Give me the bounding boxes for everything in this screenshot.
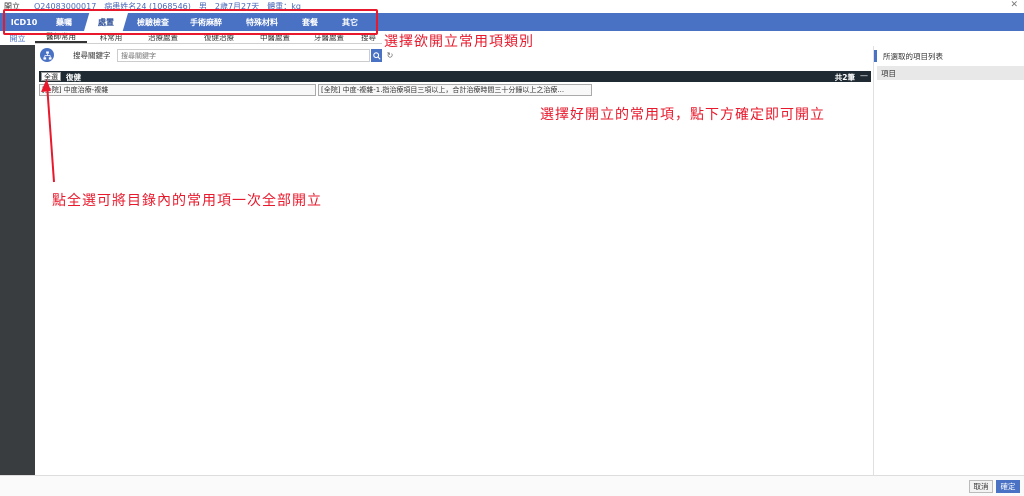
tab-other[interactable]: 其它 bbox=[330, 13, 370, 31]
sidebar: 開立 bbox=[0, 31, 35, 475]
search-icon-glyph bbox=[372, 51, 381, 60]
subtab-treatment[interactable]: 治療處置 bbox=[135, 31, 191, 43]
window-title: 開立 bbox=[4, 1, 20, 11]
tab-surgery-anesthesia[interactable]: 手術麻醉 bbox=[178, 13, 234, 31]
category-tabs: ICD10 藥囑 處置 檢驗檢查 手術麻醉 特殊材料 套餐 其它 bbox=[0, 13, 1024, 31]
tree-icon[interactable] bbox=[40, 48, 54, 62]
favorite-item[interactable]: [全院] 中度治療-複雜 bbox=[39, 84, 316, 96]
annotation-category-hint: 選擇欲開立常用項類別 bbox=[384, 34, 534, 50]
selected-items-panel: 所選取的項目列表 項目 bbox=[873, 46, 1024, 475]
confirm-button[interactable]: 確定 bbox=[996, 480, 1020, 493]
search-icon[interactable] bbox=[371, 49, 382, 62]
patient-info: Q24083000017 病患姓名24 (1068546) 男 2歲7月27天 … bbox=[34, 1, 301, 11]
cancel-button[interactable]: 取消 bbox=[969, 480, 993, 493]
group-count: 共2筆 bbox=[834, 73, 855, 82]
title-bar: 開立 Q24083000017 病患姓名24 (1068546) 男 2歲7月2… bbox=[0, 0, 1024, 12]
window: 開立 Q24083000017 病患姓名24 (1068546) 男 2歲7月2… bbox=[0, 0, 1024, 496]
tab-package[interactable]: 套餐 bbox=[290, 13, 330, 31]
footer-bar: 取消 確定 bbox=[0, 475, 1024, 496]
selected-items-column-header: 項目 bbox=[877, 66, 1024, 80]
search-row: 搜尋關鍵字 ↻ bbox=[35, 46, 393, 64]
group-name: 復健 bbox=[66, 73, 81, 82]
subtab-chinese-medicine[interactable]: 中醫處置 bbox=[247, 31, 303, 43]
tab-lab-exam[interactable]: 檢驗檢查 bbox=[128, 13, 178, 31]
search-input[interactable] bbox=[117, 49, 370, 62]
subtab-dept-favorites[interactable]: 科常用 bbox=[87, 31, 135, 43]
tab-procedure[interactable]: 處置 bbox=[84, 13, 128, 31]
favorite-item[interactable]: [全院] 中度-複雜-1.指治療項目三項以上，合計治療時間三十分鐘以上之治療..… bbox=[318, 84, 592, 96]
subtab-doctor-favorites[interactable]: 醫師常用 bbox=[35, 31, 87, 43]
tab-medication[interactable]: 藥囑 bbox=[44, 13, 84, 31]
collapse-icon[interactable]: — bbox=[860, 71, 868, 80]
search-label: 搜尋關鍵字 bbox=[73, 51, 111, 60]
close-icon[interactable]: ✕ bbox=[1010, 0, 1018, 10]
tab-special-materials[interactable]: 特殊材料 bbox=[234, 13, 290, 31]
select-all-button[interactable]: 全選 bbox=[41, 72, 61, 81]
tree-icon-glyph bbox=[42, 50, 52, 60]
annotation-confirm-hint: 選擇好開立的常用項，點下方確定即可開立 bbox=[540, 107, 825, 123]
sidebar-item-order[interactable]: 開立 bbox=[0, 31, 35, 45]
subcategory-tabs: 醫師常用 科常用 治療處置 復健治療 中醫處置 牙醫處置 搜尋 bbox=[35, 31, 382, 44]
selected-items-title: 所選取的項目列表 bbox=[874, 50, 943, 62]
subtab-search[interactable]: 搜尋 bbox=[355, 31, 382, 43]
subtab-dental[interactable]: 牙醫處置 bbox=[303, 31, 355, 43]
subtab-rehab[interactable]: 復健治療 bbox=[191, 31, 247, 43]
tab-icd10[interactable]: ICD10 bbox=[4, 13, 44, 31]
group-header: 全選 復健 共2筆 — bbox=[39, 71, 871, 82]
annotation-selectall-hint: 點全選可將目錄內的常用項一次全部開立 bbox=[52, 193, 322, 209]
